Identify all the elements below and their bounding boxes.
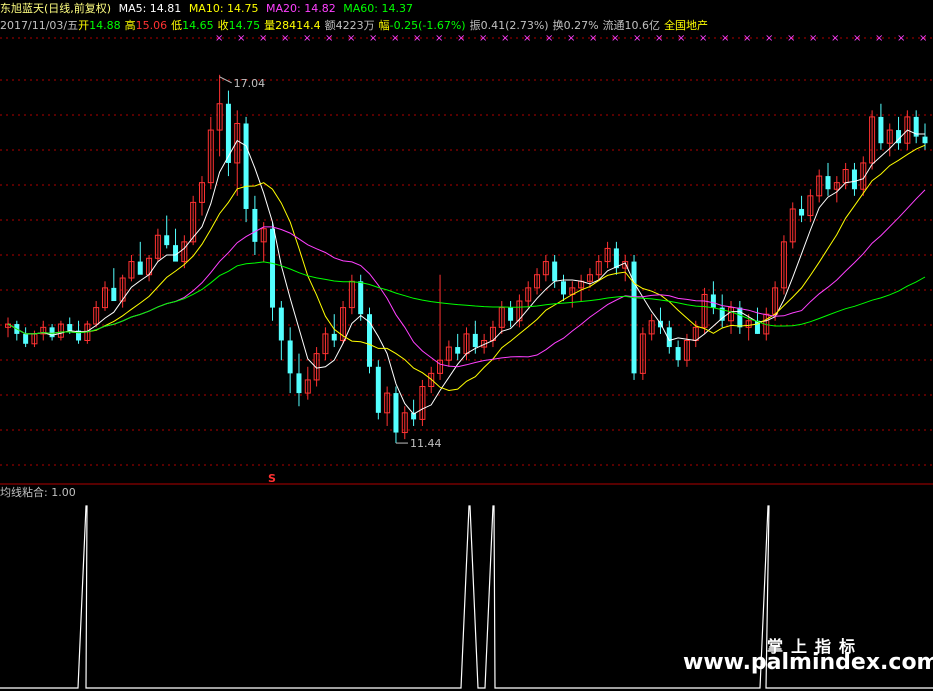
candle-body-down bbox=[560, 281, 566, 295]
candle-body-down bbox=[49, 327, 55, 338]
high-price-label: 17.04 bbox=[234, 77, 266, 90]
candle-body-down bbox=[675, 347, 681, 361]
candle-body-down bbox=[358, 281, 364, 315]
x-marker: × bbox=[677, 33, 685, 44]
candle-body-down bbox=[270, 228, 276, 308]
x-marker: × bbox=[633, 33, 641, 44]
candle-body-down bbox=[252, 208, 258, 242]
price-annotations: 17.04 11.44 S bbox=[219, 76, 442, 485]
x-marker: × bbox=[457, 33, 465, 44]
x-marker: × bbox=[809, 33, 817, 44]
x-marker: × bbox=[611, 33, 619, 44]
candle-body-down bbox=[287, 340, 293, 374]
x-marker: × bbox=[699, 33, 707, 44]
x-marker: × bbox=[479, 33, 487, 44]
top-markers: × × × × × × × × × × × × × × × × × × × × × × × × × × × × × × × × × bbox=[215, 33, 927, 44]
x-marker: × bbox=[347, 33, 355, 44]
ma5-line bbox=[7, 129, 925, 415]
candle-body-down bbox=[137, 261, 143, 275]
x-marker: × bbox=[875, 33, 883, 44]
candle-body-down bbox=[613, 248, 619, 269]
watermark-url: www.palmindex.com bbox=[683, 650, 933, 675]
x-marker: × bbox=[303, 33, 311, 44]
x-marker: × bbox=[501, 33, 509, 44]
chart-canvas: × × × × × × × × × × × × × × × × × × × × × × × × × × × × × × × × × 17.04 … bbox=[0, 33, 933, 689]
x-marker: × bbox=[369, 33, 377, 44]
candle-body-down bbox=[393, 393, 399, 433]
indicator-name: 均线粘合 bbox=[0, 486, 44, 499]
candle-body-down bbox=[508, 307, 514, 321]
x-marker: × bbox=[853, 33, 861, 44]
x-marker: × bbox=[655, 33, 663, 44]
x-marker: × bbox=[721, 33, 729, 44]
x-marker: × bbox=[567, 33, 575, 44]
candle-body-down bbox=[455, 347, 461, 354]
candle-body-down bbox=[799, 208, 805, 216]
candle-body-down bbox=[878, 116, 884, 144]
x-marker: × bbox=[259, 33, 267, 44]
low-price-label: 11.44 bbox=[410, 437, 442, 450]
candle-body-down bbox=[737, 307, 743, 328]
candle-body-down bbox=[67, 324, 73, 331]
x-marker: × bbox=[391, 33, 399, 44]
x-marker: × bbox=[325, 33, 333, 44]
candle-body-down bbox=[375, 366, 381, 413]
x-marker: × bbox=[919, 33, 927, 44]
candlestick-series bbox=[5, 74, 928, 444]
x-marker: × bbox=[743, 33, 751, 44]
x-marker: × bbox=[281, 33, 289, 44]
candle-body-down bbox=[552, 261, 558, 282]
candle-body-down bbox=[243, 123, 249, 209]
x-marker: × bbox=[831, 33, 839, 44]
candle-body-down bbox=[922, 136, 928, 144]
x-marker: × bbox=[589, 33, 597, 44]
candle-body-down bbox=[278, 307, 284, 341]
x-marker: × bbox=[897, 33, 905, 44]
x-marker: × bbox=[413, 33, 421, 44]
x-marker: × bbox=[435, 33, 443, 44]
x-marker: × bbox=[215, 33, 223, 44]
candle-body-down bbox=[296, 373, 302, 394]
indicator-header: 均线粘合: 1.00 bbox=[0, 485, 76, 501]
candle-body-down bbox=[23, 333, 29, 344]
indicator-value: : 1.00 bbox=[44, 486, 76, 499]
x-marker: × bbox=[237, 33, 245, 44]
candle-body-down bbox=[164, 235, 170, 246]
x-marker: × bbox=[765, 33, 773, 44]
x-marker: × bbox=[523, 33, 531, 44]
ma60-line bbox=[7, 261, 926, 335]
candle-body-down bbox=[331, 333, 337, 341]
x-marker: × bbox=[545, 33, 553, 44]
sell-marker: S bbox=[268, 472, 276, 485]
moving-average-lines bbox=[7, 129, 926, 415]
candle-body-down bbox=[111, 287, 117, 302]
x-marker: × bbox=[787, 33, 795, 44]
candle-body-down bbox=[825, 176, 831, 190]
candle-body-down bbox=[472, 333, 478, 348]
candle-body-down bbox=[851, 169, 857, 190]
candle-body-down bbox=[710, 294, 716, 308]
